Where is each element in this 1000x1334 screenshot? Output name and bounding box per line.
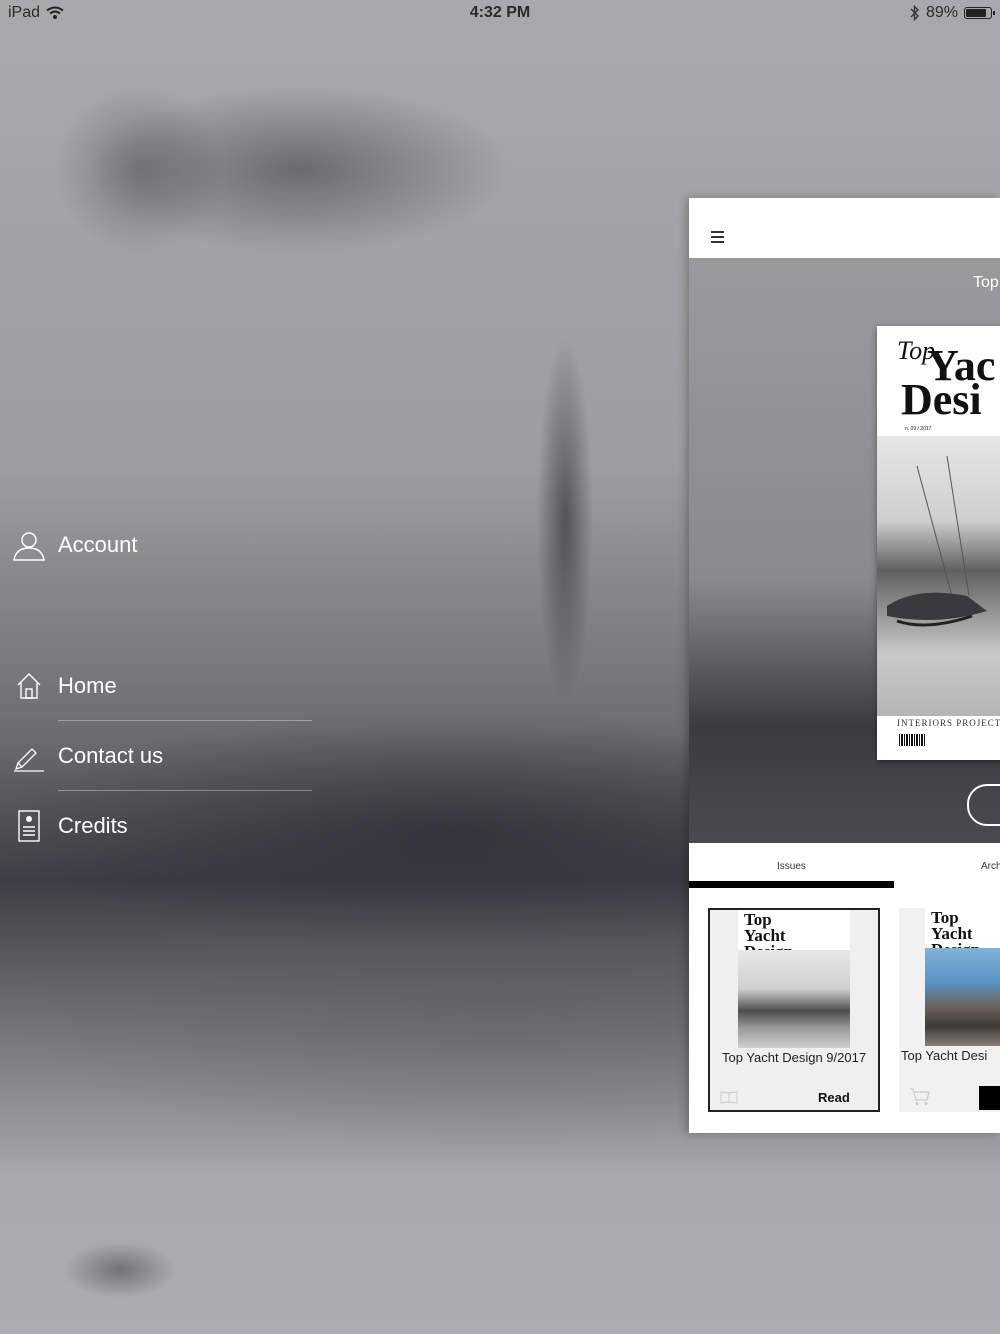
issue-thumbnail: Top Yacht Design xyxy=(738,910,850,1048)
cover-tagline: INTERIORS PROJECTS TR xyxy=(897,718,1000,728)
cover-mast-word2: Desi xyxy=(901,375,982,424)
status-time: 4:32 PM xyxy=(469,4,531,21)
user-icon xyxy=(12,528,46,562)
menu-label-account: Account xyxy=(58,532,138,557)
issues-shelf: Top Yacht Design Top Yacht Design 9/2017… xyxy=(689,888,1000,1133)
menu-label-home: Home xyxy=(58,673,117,698)
app-topbar xyxy=(689,198,1000,259)
issue-tabs: Issues Arch xyxy=(689,843,1000,889)
home-icon xyxy=(12,669,46,703)
barcode xyxy=(899,734,925,746)
battery-percent: 89% xyxy=(925,4,958,21)
battery-icon xyxy=(964,7,995,19)
tab-issues[interactable]: Issues xyxy=(777,861,806,872)
menu-item-account[interactable]: Account xyxy=(12,528,138,562)
book-icon xyxy=(720,1090,738,1109)
issue-card[interactable]: Top Yacht Design Top Yacht Desi xyxy=(899,908,1000,1112)
issue-card[interactable]: Top Yacht Design Top Yacht Design 9/2017… xyxy=(708,908,880,1112)
thumb-photo xyxy=(925,948,1000,1046)
menu-label-credits: Credits xyxy=(58,813,128,838)
status-bar: iPad 4:32 PM 89% xyxy=(0,0,1000,28)
issue-thumbnail: Top Yacht Design xyxy=(925,908,1000,1046)
menu-item-home[interactable]: Home xyxy=(12,669,117,703)
buy-button[interactable] xyxy=(979,1086,1000,1110)
thumb-photo xyxy=(738,950,850,1048)
cover-issue: n. 09 / 2017 xyxy=(905,426,932,432)
bluetooth-icon xyxy=(910,5,919,21)
menu-divider xyxy=(58,720,312,721)
issue-title: Top Yacht Design 9/2017 xyxy=(722,1050,867,1065)
credits-icon xyxy=(12,809,46,843)
hero-action-button[interactable] xyxy=(967,784,1000,826)
menu-item-credits[interactable]: Credits xyxy=(12,809,128,843)
featured-cover[interactable]: Top Yac Desi n. 09 / 2017 INTERIORS PROJ… xyxy=(877,326,1000,760)
menu-divider xyxy=(58,790,312,791)
read-button[interactable]: Read xyxy=(818,1090,850,1105)
menu-item-contact-us[interactable]: Contact us xyxy=(12,739,163,773)
pen-icon xyxy=(12,739,46,773)
cover-photo xyxy=(877,436,1000,716)
status-right: 89% xyxy=(910,4,995,22)
tab-archive[interactable]: Arch xyxy=(981,861,1000,872)
hero-title: Top xyxy=(973,274,999,291)
cart-icon[interactable] xyxy=(909,1088,931,1111)
active-tab-underline xyxy=(689,881,894,888)
hero-section: Top Top Yac Desi n. 09 / 2017 INTERIORS … xyxy=(689,258,1000,843)
app-panel[interactable]: Top Top Yac Desi n. 09 / 2017 INTERIORS … xyxy=(689,198,1000,1133)
menu-label-contact-us: Contact us xyxy=(58,743,164,768)
issue-title: Top Yacht Desi xyxy=(901,1048,988,1063)
hamburger-menu-icon[interactable] xyxy=(711,231,724,246)
